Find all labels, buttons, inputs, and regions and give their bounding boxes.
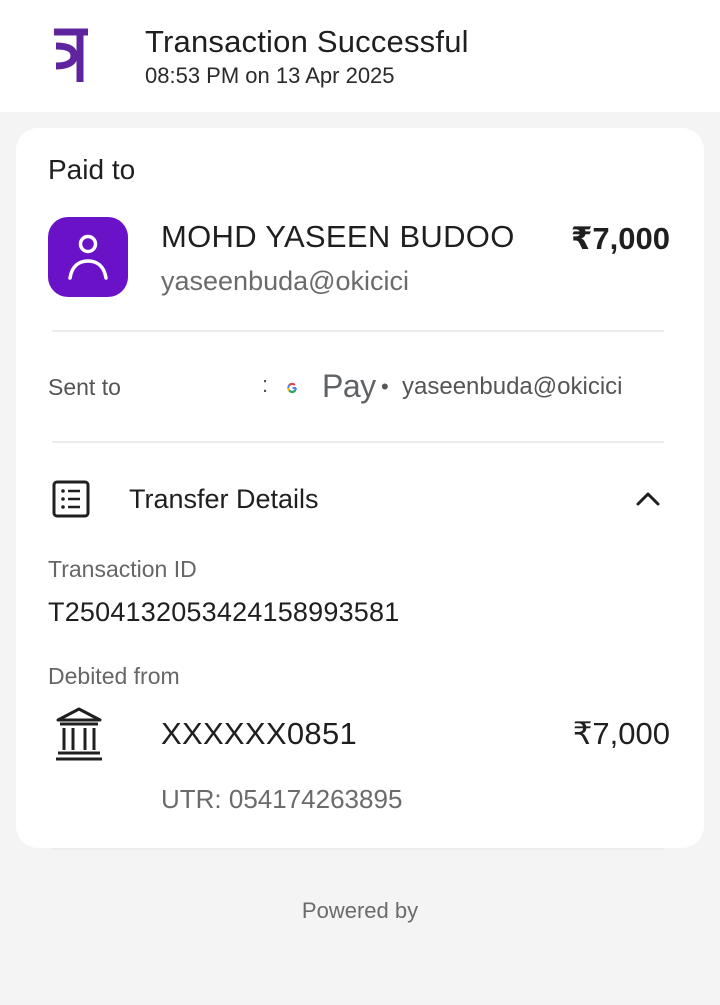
sent-to-upi-id: yaseenbuda@okicici [402, 373, 623, 400]
bank-icon [56, 707, 102, 761]
divider [52, 848, 664, 850]
paid-to-label: Paid to [48, 154, 136, 185]
paid-amount: ₹7,000 [570, 221, 670, 256]
gpay-label: Pay [322, 368, 376, 404]
utr-number[interactable]: UTR: 054174263895 [161, 784, 402, 815]
user-icon [68, 234, 108, 280]
debited-from-label: Debited from [48, 663, 180, 689]
bullet-separator: • [381, 374, 389, 399]
sent-to-separator: : [262, 372, 269, 397]
header: Transaction Successful 08:53 PM on 13 Ap… [0, 0, 720, 112]
google-g-icon [287, 382, 298, 394]
divider [52, 441, 664, 443]
page-title: Transaction Successful [145, 24, 469, 59]
transaction-datetime: 08:53 PM on 13 Apr 2025 [145, 63, 395, 88]
debited-amount: ₹7,000 [572, 716, 670, 751]
powered-by-label: Powered by [301, 898, 419, 923]
phonepe-logo-icon [54, 28, 88, 82]
transaction-id-label: Transaction ID [48, 556, 197, 582]
transaction-card: Paid to MOHD YASEEN BUDOO yaseenbuda@oki… [16, 128, 704, 848]
transaction-id-value[interactable]: T2504132053424158993581 [48, 597, 399, 628]
divider [52, 330, 664, 332]
account-number: XXXXXX0851 [161, 716, 358, 751]
sent-to-label: Sent to [48, 374, 121, 400]
list-icon [52, 480, 90, 518]
chevron-up-icon[interactable] [634, 486, 662, 510]
avatar [48, 217, 128, 297]
payee-name: MOHD YASEEN BUDOO [161, 219, 515, 254]
transfer-details-label[interactable]: Transfer Details [129, 484, 319, 515]
payee-upi-id: yaseenbuda@okicici [161, 266, 410, 296]
